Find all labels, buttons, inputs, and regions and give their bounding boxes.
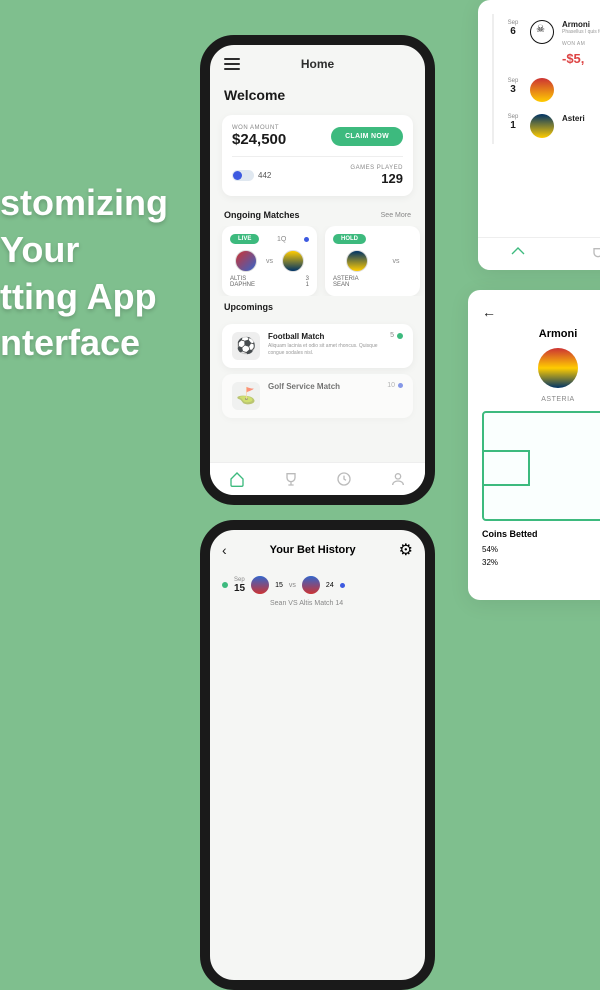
- timeline-entry[interactable]: Sep1 Asteri: [492, 108, 600, 144]
- hist-sub: Sean VS Altis Match 14: [210, 600, 425, 607]
- coin-pct: 54%: [482, 545, 498, 554]
- upcoming-item[interactable]: ⚽ Football Match Aliquam lacinia et odio…: [222, 324, 413, 368]
- dot-icon: [222, 582, 228, 588]
- home-icon[interactable]: [510, 246, 526, 262]
- ts-title: Armoni: [562, 20, 600, 29]
- settings-icon[interactable]: ⚙: [399, 540, 413, 560]
- timeline-entry[interactable]: Sep3: [492, 72, 600, 108]
- hero-line: tting App: [0, 274, 168, 321]
- live-badge: LIVE: [230, 234, 259, 244]
- team-name: SEAN: [333, 282, 349, 288]
- team-name: DAPHNE: [230, 282, 255, 288]
- timeline-card: Sep6 ☠ Armoni Phasellus l quis feu WON A…: [478, 0, 600, 270]
- won-card: WON AMOUNT $24,500 CLAIM NOW 442 GAMES P…: [222, 115, 413, 196]
- hero-line: stomizing: [0, 180, 168, 227]
- field-diagram: [482, 411, 600, 521]
- team-logo: [302, 576, 320, 594]
- back-icon[interactable]: ‹: [222, 542, 227, 558]
- upcoming-item[interactable]: ⛳ Golf Service Match 10: [222, 374, 413, 418]
- ongoing-title: Ongoing Matches: [224, 210, 300, 220]
- home-icon[interactable]: [229, 471, 245, 487]
- games-value: 129: [350, 171, 403, 186]
- menu-icon[interactable]: [224, 55, 240, 73]
- team-score: 1: [306, 282, 309, 288]
- history-icon[interactable]: [336, 471, 352, 487]
- ts-title: Asteri: [562, 114, 600, 123]
- team-logo: [530, 78, 554, 102]
- team-logo: [346, 250, 368, 272]
- trophy-icon[interactable]: [590, 246, 600, 262]
- claim-button[interactable]: CLAIM NOW: [331, 127, 403, 146]
- golf-icon: ⛳: [232, 382, 260, 410]
- hero-line: nterface: [0, 320, 168, 367]
- live-card: ← Li Armoni ASTERIA Coins Betted 54% 32%: [468, 290, 600, 600]
- vs-label: vs: [393, 258, 400, 265]
- match-card[interactable]: LIVE 1Q vs ALTIS3 DAPHNE1: [222, 226, 317, 296]
- upcoming-desc: Aliquam lacinia et odio sit amet rhoncus…: [268, 343, 382, 356]
- ts-amount: -$5,: [562, 51, 600, 66]
- back-icon[interactable]: ←: [482, 304, 496, 320]
- vs-label: vs: [289, 582, 296, 589]
- ts-day: 3: [504, 84, 522, 95]
- toggle-switch[interactable]: [232, 170, 254, 181]
- team-name: Armoni: [482, 328, 600, 340]
- coins-title: Coins Betted: [482, 529, 600, 539]
- bottom-nav: [210, 462, 425, 495]
- page-title: Your Bet History: [270, 544, 356, 556]
- ts-day: 1: [504, 120, 522, 131]
- team-sub: ASTERIA: [482, 396, 600, 403]
- quarter-label: 1Q: [277, 236, 286, 243]
- team-logo: [235, 250, 257, 272]
- upcoming-count: 5: [390, 332, 394, 339]
- ts-amt-label: WON AM: [562, 41, 600, 47]
- upcoming-count: 10: [387, 382, 395, 389]
- hist-score: 24: [326, 582, 334, 589]
- upcoming-title: Football Match: [268, 332, 382, 341]
- team-logo: [282, 250, 304, 272]
- dot-icon: [304, 237, 309, 242]
- timeline-entry[interactable]: Sep6 ☠ Armoni Phasellus l quis feu WON A…: [492, 14, 600, 72]
- upcoming-title: Upcomings: [224, 302, 273, 312]
- phone-home: Home Welcome WON AMOUNT $24,500 CLAIM NO…: [200, 35, 435, 505]
- hold-badge: HOLD: [333, 234, 366, 244]
- history-item[interactable]: Sep15 15 vs 24: [210, 570, 425, 600]
- team-logo: [251, 576, 269, 594]
- hist-day: 15: [234, 583, 245, 594]
- phone-history: ‹ Your Bet History ⚙ Sep15 15 vs 24 Sean…: [200, 520, 435, 990]
- dot-icon: [397, 333, 403, 339]
- dot-icon: [340, 583, 345, 588]
- coin-pct: 32%: [482, 558, 498, 567]
- trophy-icon[interactable]: [283, 471, 299, 487]
- team-logo: [530, 114, 554, 138]
- ts-day: 6: [504, 26, 522, 37]
- page-title: Home: [301, 57, 334, 71]
- match-card[interactable]: HOLD vs ASTERIA SEAN: [325, 226, 420, 296]
- won-amount: $24,500: [232, 131, 286, 148]
- upcoming-title: Golf Service Match: [268, 382, 379, 391]
- dot-icon: [398, 383, 403, 388]
- profile-icon[interactable]: [390, 471, 406, 487]
- vs-label: vs: [266, 258, 273, 265]
- see-more-link[interactable]: See More: [381, 212, 411, 219]
- team-logo: [538, 348, 578, 388]
- welcome-heading: Welcome: [210, 83, 425, 107]
- ts-sub: Phasellus l quis feu: [562, 29, 600, 35]
- football-icon: ⚽: [232, 332, 260, 360]
- team-logo: ☠: [530, 20, 554, 44]
- hero-line: Your: [0, 227, 168, 274]
- hist-month: Sep: [234, 577, 245, 583]
- hist-score: 15: [275, 582, 283, 589]
- toggle-value: 442: [258, 171, 271, 180]
